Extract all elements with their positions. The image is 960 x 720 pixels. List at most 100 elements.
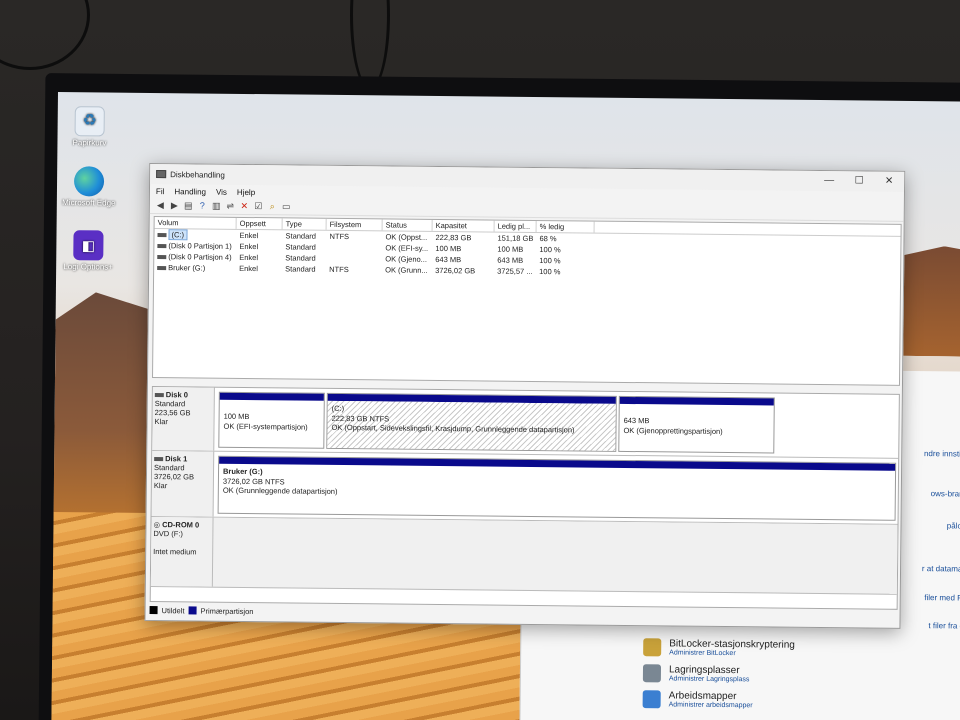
cell: 100 %	[539, 256, 561, 266]
disk-state: Intet medium	[153, 547, 197, 557]
cdrom-icon: ◎	[153, 520, 161, 530]
disk-label[interactable]: Disk 1 Standard 3726,02 GB Klar	[151, 451, 215, 517]
legend: Utildelt Primærpartisjon	[149, 604, 254, 617]
logi-options-icon: ◧	[73, 230, 104, 261]
cp-item-storage[interactable]: Lagringsplasser Administrer Lagringsplas…	[642, 664, 750, 683]
col-layout[interactable]: Oppsett	[236, 217, 283, 230]
disk-name: CD-ROM 0	[162, 520, 200, 530]
desktop-icon-recycle-bin[interactable]: ♻ Papirkurv	[59, 106, 119, 148]
partition-size: 643 MB	[623, 415, 650, 426]
desktop-icon-label: Papirkurv	[72, 138, 107, 148]
monitor-screen: ♻ Papirkurv Microsoft Edge ◧ Logi Option…	[51, 92, 960, 720]
cp-link[interactable]: r at datamaskine	[922, 564, 960, 574]
cell: NTFS	[329, 264, 349, 275]
properties-icon[interactable]: ▤	[183, 200, 194, 211]
menu-help[interactable]: Hjelp	[237, 187, 255, 196]
cell: 100 %	[539, 245, 561, 255]
col-free[interactable]: Ledig pl...	[494, 220, 537, 233]
cell: 3726,02 GB	[435, 265, 476, 276]
desktop-icon-label: Microsoft Edge	[62, 198, 116, 208]
partition-c[interactable]: (C:) 222,83 GB NTFS OK (Oppstart, Sideve…	[326, 392, 617, 452]
col-type[interactable]: Type	[282, 218, 327, 230]
cable	[0, 0, 90, 70]
disk-label[interactable]: ◎ CD-ROM 0 DVD (F:) Intet medium	[150, 517, 214, 587]
volume-icon	[157, 233, 167, 238]
partition-recovery[interactable]: 643 MB OK (Gjenopprettingspartisjon)	[618, 395, 775, 454]
cp-link[interactable]: ows-brannmur	[931, 489, 960, 499]
search-icon[interactable]: ⌕	[267, 201, 278, 212]
close-button[interactable]: ✕	[874, 172, 904, 192]
cell: Enkel	[239, 241, 259, 252]
photo-scene: ♻ Papirkurv Microsoft Edge ◧ Logi Option…	[0, 0, 960, 720]
col-filesystem[interactable]: Filsystem	[326, 218, 383, 231]
cell: 151,18 GB	[497, 233, 534, 243]
volume-icon	[157, 255, 167, 260]
recycle-bin-icon: ♻	[74, 106, 105, 137]
partition-g[interactable]: Bruker (G:) 3726,02 GB NTFS OK (Grunnleg…	[217, 455, 897, 521]
partition-efi[interactable]: 100 MB OK (EFI-systempartisjon)	[218, 391, 325, 449]
cp-item-title: Arbeidsmapper	[668, 690, 737, 703]
disk-kind: DVD (F:)	[153, 529, 184, 539]
menu-action[interactable]: Handling	[174, 187, 206, 196]
cell: 643 MB	[497, 255, 524, 265]
partition-status: OK (EFI-systempartisjon)	[223, 421, 308, 432]
disk-management-window: Diskbehandling — ☐ ✕ Fil Handling Vis Hj…	[144, 162, 906, 629]
minimize-button[interactable]: —	[814, 171, 844, 191]
cp-link[interactable]: ndre innstillinger	[924, 449, 960, 459]
disk-row-cdrom: ◎ CD-ROM 0 DVD (F:) Intet medium	[150, 517, 898, 595]
cp-item-sub[interactable]: Administrer BitLocker	[669, 649, 795, 657]
maximize-button[interactable]: ☐	[844, 171, 874, 191]
cell: Enkel	[239, 263, 258, 274]
forward-icon[interactable]: ▶	[169, 200, 180, 211]
col-status[interactable]: Status	[382, 219, 433, 231]
cell: Standard	[285, 242, 316, 252]
cell: Standard	[285, 253, 316, 263]
menu-view[interactable]: Vis	[216, 187, 227, 196]
cell: NTFS	[329, 231, 350, 242]
disk-state: Klar	[154, 417, 168, 427]
cell: 3725,57 ...	[497, 266, 533, 276]
col-volume[interactable]: Volum	[154, 217, 237, 229]
col-capacity[interactable]: Kapasitet	[432, 219, 495, 232]
desktop-icon-edge[interactable]: Microsoft Edge	[59, 166, 119, 208]
partition-title: Bruker (G:)	[222, 466, 263, 477]
cell: Standard	[285, 231, 317, 241]
cp-item-workfolders[interactable]: Arbeidsmapper Administrer arbeidsmapper	[642, 690, 753, 709]
settings-icon[interactable]: ▭	[281, 201, 292, 212]
cell: OK (EFI-sy...	[385, 243, 429, 253]
partition-title: (C:)	[331, 403, 345, 414]
col-percent-free[interactable]: % ledig	[536, 221, 595, 233]
cell: (Disk 0 Partisjon 4)	[168, 252, 232, 262]
cp-item-sub[interactable]: Administrer Lagringsplass	[669, 675, 750, 683]
check-icon[interactable]: ☑	[253, 201, 264, 212]
cell: 643 MB	[435, 254, 462, 265]
menu-file[interactable]: Fil	[156, 187, 165, 196]
delete-icon[interactable]: ✕	[239, 201, 250, 212]
disk-name: Disk 1	[165, 454, 188, 464]
cell: (Disk 0 Partisjon 1)	[168, 241, 232, 251]
partition-status: OK (Gjenopprettingspartisjon)	[623, 425, 723, 436]
cp-link[interactable]: pålogging	[947, 521, 960, 530]
cell: 68 %	[539, 234, 557, 244]
cp-link[interactable]: t filer fra en sik	[928, 621, 960, 631]
desktop-icon-logi-options[interactable]: ◧ Logi Options+	[58, 230, 118, 272]
help-icon[interactable]: ?	[197, 200, 208, 211]
disk-kind: Standard	[154, 463, 185, 473]
connect-icon[interactable]: ⇌	[225, 201, 236, 212]
legend-swatch-unallocated	[149, 605, 158, 615]
partition-status: OK (Oppstart, Sidevekslingsfil, Krasjdum…	[331, 422, 575, 435]
disk-state: Klar	[153, 481, 168, 491]
back-icon[interactable]: ◀	[155, 200, 166, 211]
cp-link[interactable]: filer med Fillogg	[924, 593, 960, 603]
cp-item-sub[interactable]: Administrer arbeidsmapper	[669, 701, 753, 709]
wallpaper-rock	[53, 292, 155, 523]
show-hide-icon[interactable]: ▥	[211, 201, 222, 212]
cp-item-bitlocker[interactable]: BitLocker-stasjonskryptering Administrer…	[643, 638, 795, 657]
volume-icon	[157, 266, 167, 271]
disk-size: 223,56 GB	[154, 408, 191, 418]
disk-name: Disk 0	[165, 390, 188, 400]
partition-size: 100 MB	[223, 411, 250, 422]
disk-management-icon	[156, 170, 167, 179]
folder-icon	[642, 690, 661, 709]
disk-label[interactable]: Disk 0 Standard 223,56 GB Klar	[152, 387, 215, 451]
